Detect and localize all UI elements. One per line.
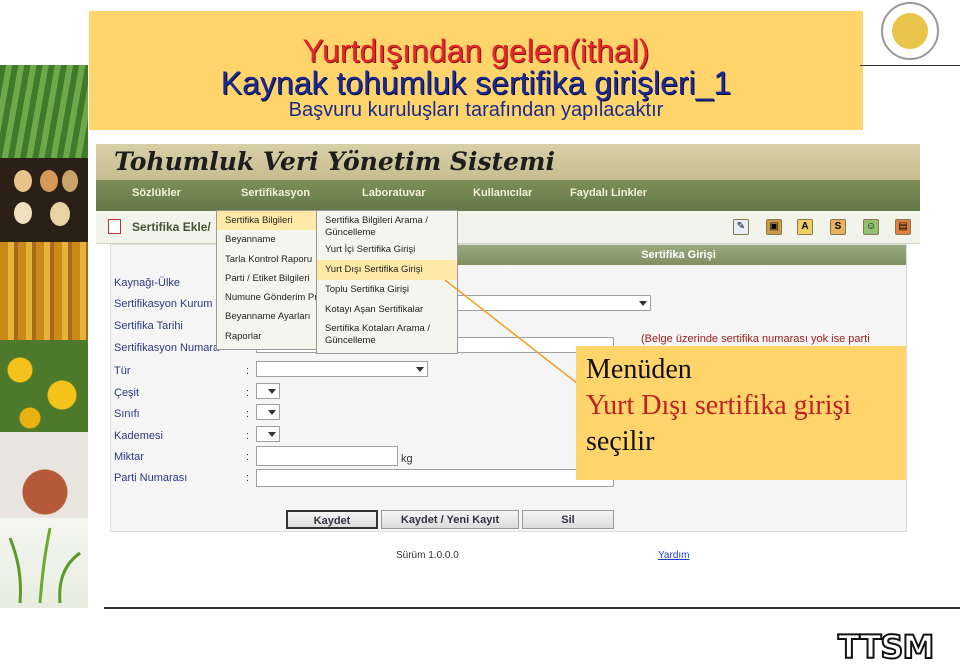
callout-box: Menüden Yurt Dışı sertifika girişi seçil… <box>576 346 906 480</box>
callout-line2: Yurt Dışı sertifika girişi <box>586 390 852 421</box>
callout-line3: seçilir <box>586 426 655 457</box>
callout-pointer <box>444 279 579 385</box>
callout-line1: Menüden <box>586 354 692 385</box>
ttsm-logo: TTSM <box>837 627 935 666</box>
footer-divider <box>104 607 960 609</box>
